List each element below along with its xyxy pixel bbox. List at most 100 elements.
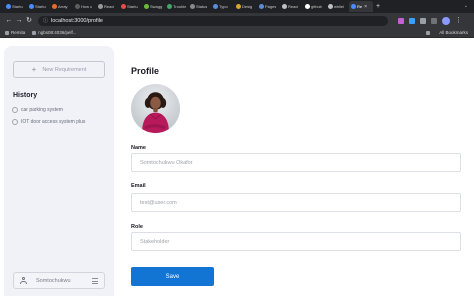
- favicon-icon: [305, 4, 310, 9]
- browser-tab[interactable]: Typo: [211, 1, 233, 12]
- tab-title: React: [288, 4, 299, 9]
- tab-search-icon[interactable]: ⌄: [464, 3, 468, 9]
- all-bookmarks[interactable]: All Bookmarks: [426, 30, 468, 35]
- history-item-label: IOT door access system plus: [21, 119, 86, 125]
- bookmark-item[interactable]: Remita: [5, 30, 25, 35]
- favicon-icon: [75, 4, 80, 9]
- browser-tab[interactable]: Trouble: [165, 1, 187, 12]
- browser-tab[interactable]: github: [303, 1, 325, 12]
- tab-title: How c: [81, 4, 93, 9]
- browser-tab[interactable]: Array: [50, 1, 72, 12]
- tab-title: Trouble: [173, 4, 187, 9]
- favicon-icon: [190, 4, 195, 9]
- browser-tab[interactable]: React: [96, 1, 118, 12]
- site-info-icon[interactable]: ⓘ: [43, 17, 48, 24]
- favicon-icon: [282, 4, 287, 9]
- tab-title: Typo: [219, 4, 228, 9]
- browser-tab-bar: Startu Startu Array How c React Startu Swagg Tr…: [0, 0, 474, 13]
- profile-avatar-icon[interactable]: [442, 16, 450, 25]
- browser-tab[interactable]: Startu: [4, 1, 26, 12]
- browser-tab[interactable]: Status: [188, 1, 210, 12]
- name-field[interactable]: [131, 153, 461, 172]
- forward-button[interactable]: →: [14, 13, 24, 28]
- bookmark-item[interactable]: ngbs08:4036/pelf...: [32, 30, 77, 35]
- extension-icon[interactable]: [409, 17, 415, 24]
- bookmark-label: Remita: [11, 30, 26, 35]
- folder-icon: [426, 30, 431, 35]
- tab-title: Re: [357, 4, 363, 9]
- new-requirement-button[interactable]: + New Requirement: [13, 61, 105, 78]
- bookmark-icon: [5, 30, 9, 35]
- tab-strip: Startu Startu Array How c React Startu Swagg Tr…: [4, 1, 374, 12]
- favicon-icon: [167, 4, 172, 9]
- tab-title: whilel: [334, 4, 345, 9]
- favicon-icon: [236, 4, 241, 9]
- history-item-icon: [12, 107, 18, 113]
- tab-title: Swagg: [150, 4, 163, 9]
- plus-icon: +: [31, 64, 37, 74]
- role-label: Role: [131, 224, 143, 230]
- all-bookmarks-label: All Bookmarks: [439, 30, 468, 35]
- browser-tab[interactable]: whilel: [326, 1, 348, 12]
- email-field[interactable]: [131, 193, 461, 212]
- reload-button[interactable]: ↻: [24, 13, 34, 28]
- browser-tab[interactable]: Startu: [119, 1, 141, 12]
- bookmarks-bar: Remita ngbs08:4036/pelf... All Bookmarks: [0, 28, 474, 38]
- new-requirement-label: New Requirement: [42, 66, 87, 73]
- browser-tab[interactable]: Pages: [257, 1, 279, 12]
- toolbar-extensions: ⋮: [398, 16, 462, 25]
- tab-title: Array: [58, 4, 68, 9]
- tab-title: React: [104, 4, 115, 9]
- tab-title: Startu: [12, 4, 23, 9]
- new-tab-button[interactable]: +: [376, 2, 380, 12]
- browser-tab[interactable]: Re ×: [349, 1, 373, 12]
- history-item-label: car parking system: [21, 107, 63, 113]
- browser-tab[interactable]: React: [280, 1, 302, 12]
- history-list: car parking system IOT door access system…: [12, 104, 85, 128]
- history-item[interactable]: IOT door access system plus: [12, 116, 85, 128]
- bookmark-label: ngbs08:4036/pelf...: [38, 30, 77, 35]
- sidebar: + New Requirement History car parking sy…: [4, 46, 114, 296]
- favicon-icon: [144, 4, 149, 9]
- favicon-icon: [259, 4, 264, 9]
- back-button[interactable]: ←: [4, 13, 14, 28]
- tab-title: Pages: [265, 4, 277, 9]
- tab-title: Status: [196, 4, 208, 9]
- favicon-icon: [6, 4, 11, 9]
- favicon-icon: [213, 4, 218, 9]
- favicon-icon: [52, 4, 57, 9]
- profile-avatar: [131, 84, 180, 133]
- browser-tab[interactable]: Desig: [234, 1, 256, 12]
- browser-toolbar: ← → ↻ ⓘ localhost:3000/profile ⋮: [0, 13, 474, 28]
- url-text: localhost:3000/profile: [51, 17, 103, 24]
- history-item-icon: [12, 119, 18, 125]
- history-title: History: [13, 92, 38, 99]
- name-label: Name: [131, 145, 146, 151]
- user-icon: [20, 277, 27, 284]
- favicon-icon: [328, 4, 333, 9]
- bookmark-icon: [32, 30, 37, 35]
- user-menu[interactable]: Somtochukwu: [13, 272, 105, 289]
- browser-tab[interactable]: Startu: [27, 1, 49, 12]
- email-label: Email: [131, 183, 146, 189]
- tab-title: github: [311, 4, 322, 9]
- tab-title: Startu: [35, 4, 46, 9]
- close-tab-icon[interactable]: ×: [364, 4, 367, 10]
- role-field[interactable]: [131, 232, 461, 251]
- save-button[interactable]: Save: [131, 267, 214, 286]
- favicon-icon: [98, 4, 103, 9]
- history-item[interactable]: car parking system: [12, 104, 85, 116]
- puzzle-icon[interactable]: [420, 17, 426, 24]
- page-title: Profile: [131, 66, 160, 76]
- browser-tab[interactable]: Swagg: [142, 1, 164, 12]
- favicon-icon: [29, 4, 34, 9]
- browser-menu-icon[interactable]: ⋮: [455, 17, 462, 24]
- tab-title: Startu: [127, 4, 138, 9]
- extension-icon[interactable]: [398, 17, 404, 24]
- hamburger-menu-icon[interactable]: [92, 278, 98, 286]
- bookmark-list: Remita ngbs08:4036/pelf...: [5, 30, 84, 35]
- sidepanel-icon[interactable]: [431, 17, 437, 24]
- favicon-icon: [121, 4, 126, 9]
- browser-tab[interactable]: How c: [73, 1, 95, 12]
- address-bar[interactable]: ⓘ localhost:3000/profile: [38, 15, 388, 26]
